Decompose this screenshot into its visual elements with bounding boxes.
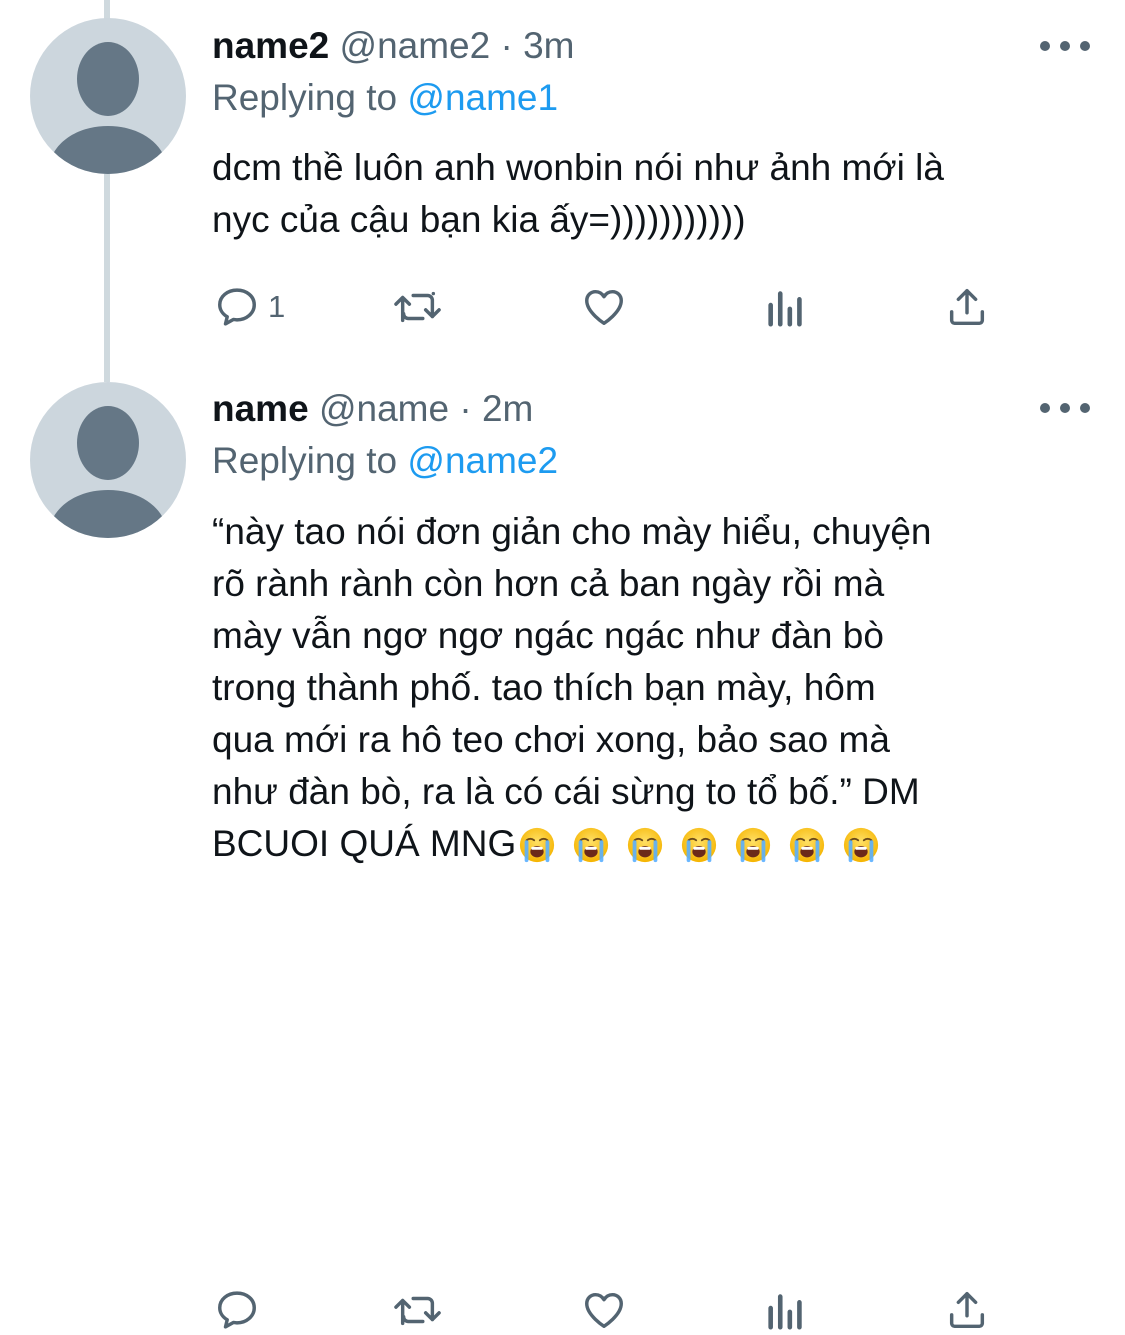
- share-button[interactable]: [944, 282, 990, 332]
- more-options-button[interactable]: [1040, 398, 1090, 418]
- analytics-button[interactable]: [764, 282, 808, 332]
- action-bar: 1: [212, 282, 1012, 332]
- emoji-row: [518, 820, 896, 872]
- tweet-header: name2 @name2 · 3m: [212, 20, 575, 72]
- replying-to: Replying to @name2: [212, 437, 558, 485]
- more-icon: [1040, 41, 1050, 51]
- heart-icon: [585, 1292, 623, 1329]
- retweet-icon: [394, 291, 441, 323]
- timestamp[interactable]: 2m: [482, 388, 533, 429]
- more-icon: [1040, 403, 1050, 413]
- analytics-icon: [768, 291, 802, 327]
- replying-to: Replying to @name1: [212, 74, 558, 122]
- tweet[interactable]: name2 @name2 · 3m Replying to @name1 dcm…: [0, 0, 1125, 370]
- analytics-icon: [768, 1294, 802, 1330]
- reply-button[interactable]: 1: [214, 282, 285, 332]
- tweet-text-line: “này tao nói đơn giản cho mày hiểu, chuy…: [212, 511, 932, 552]
- like-button[interactable]: [580, 1285, 628, 1335]
- loudly-crying-face-emoji: [790, 828, 825, 863]
- tweet-text: “này tao nói đơn giản cho mày hiểu, chuy…: [212, 506, 1092, 872]
- tweet-text-line: BCUOI QUÁ MNG: [212, 823, 517, 864]
- separator-dot: ·: [500, 25, 513, 66]
- handle[interactable]: @name2: [340, 25, 491, 66]
- reply-icon: [218, 1291, 256, 1329]
- retweet-button[interactable]: [390, 1285, 446, 1335]
- avatar[interactable]: [30, 18, 186, 174]
- replying-label: Replying to: [212, 440, 398, 481]
- avatar[interactable]: [30, 382, 186, 538]
- loudly-crying-face-emoji: [682, 828, 717, 863]
- separator-dot: ·: [459, 388, 472, 429]
- default-avatar-icon: [48, 406, 168, 538]
- reply-icon: [218, 288, 256, 326]
- timestamp[interactable]: 3m: [523, 25, 574, 66]
- reply-button[interactable]: [214, 1285, 260, 1335]
- action-bar: [212, 1285, 1012, 1335]
- tweet-text-last-line: BCUOI QUÁ MNG: [212, 818, 1092, 872]
- heart-icon: [585, 289, 623, 326]
- display-name[interactable]: name2: [212, 25, 329, 66]
- share-icon: [949, 288, 985, 326]
- tweet[interactable]: name @name · 2m Replying to @name2 “này …: [0, 370, 1125, 1330]
- display-name[interactable]: name: [212, 388, 309, 429]
- tweet-text-line: qua mới ra hô teo chơi xong, bảo sao mà: [212, 719, 890, 760]
- replying-to-mention[interactable]: @name2: [407, 440, 558, 481]
- share-button[interactable]: [944, 1285, 990, 1335]
- replying-label: Replying to: [212, 77, 398, 118]
- tweet-text-line: như đàn bò, ra là có cái sừng to tổ bố.”…: [212, 771, 920, 812]
- tweet-text-line: trong thành phố. tao thích bạn mày, hôm: [212, 667, 876, 708]
- default-avatar-icon: [48, 42, 168, 174]
- more-icon-dot: [1060, 41, 1070, 51]
- handle[interactable]: @name: [319, 388, 449, 429]
- tweet-text: dcm thề luôn anh wonbin nói như ảnh mới …: [212, 142, 1092, 246]
- tweet-text-line: rõ rành rành còn hơn cả ban ngày rồi mà: [212, 563, 885, 604]
- tweet-text-line: dcm thề luôn anh wonbin nói như ảnh mới …: [212, 147, 944, 188]
- loudly-crying-face-emoji: [520, 828, 555, 863]
- more-icon-dot: [1080, 41, 1090, 51]
- analytics-button[interactable]: [764, 1285, 808, 1335]
- like-button[interactable]: [580, 282, 628, 332]
- retweet-icon: [394, 1296, 441, 1326]
- share-icon: [949, 1291, 985, 1329]
- more-icon-dot: [1080, 403, 1090, 413]
- loudly-crying-face-emoji: [736, 828, 771, 863]
- loudly-crying-face-emoji: [844, 828, 879, 863]
- reply-count: 1: [268, 289, 286, 324]
- tweet-header: name @name · 2m: [212, 383, 533, 435]
- tweet-text-line: nyc của cậu bạn kia ấy=))))))))))): [212, 199, 746, 240]
- loudly-crying-face-emoji: [574, 828, 609, 863]
- retweet-button[interactable]: [390, 282, 446, 332]
- more-options-button[interactable]: [1040, 36, 1090, 56]
- more-icon-dot: [1060, 403, 1070, 413]
- loudly-crying-face-emoji: [628, 828, 663, 863]
- replying-to-mention[interactable]: @name1: [407, 77, 558, 118]
- tweet-text-line: mày vẫn ngơ ngơ ngác ngác như đàn bò: [212, 615, 884, 656]
